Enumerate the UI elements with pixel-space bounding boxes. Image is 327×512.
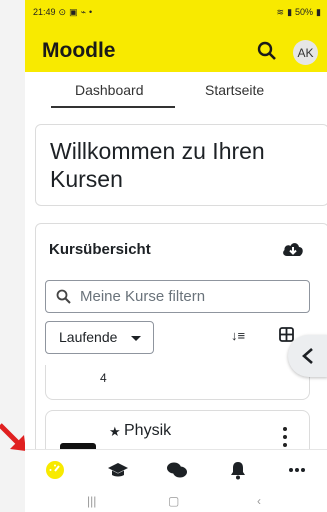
welcome-heading: Willkommen zu Ihren Kursen [50,138,265,192]
graduation-cap-icon [108,463,128,477]
sort-button[interactable]: ↓≡ [231,328,245,343]
battery-icon: ▮ [316,6,321,17]
dot-icon: • [89,7,93,17]
course-overview-title: Kursübersicht [49,241,151,258]
status-bar: 21:49 ⊙ ▣ ⌁ • ≋ ▮ 50% ▮ [33,5,321,19]
course-more-options-button[interactable] [283,427,287,449]
dropdown-selected-value: Laufende [59,329,118,345]
cloud-download-icon [283,243,303,256]
app-title: Moodle [42,39,116,62]
app-screen: 21:49 ⊙ ▣ ⌁ • ≋ ▮ 50% ▮ Moodle AK Dashbo… [25,0,327,512]
user-avatar-button[interactable]: AK [293,40,318,65]
avatar-initials: AK [297,45,314,60]
tab-dashboard[interactable]: Dashboard [75,82,144,98]
nav-more[interactable] [286,459,308,481]
more-icon [289,468,305,472]
course-filter-input[interactable]: Meine Kurse filtern [45,280,310,313]
filter-placeholder: Meine Kurse filtern [80,288,206,305]
battery-percent: 50% [295,7,314,17]
course-partial-text: 4 [100,371,107,385]
system-navigation-bar: ||| ▢ ‹ [25,489,327,512]
back-button[interactable]: ‹ [257,494,261,508]
signal-icon: ▮ [287,6,293,17]
star-icon: ★ [109,424,121,439]
search-icon [257,41,276,60]
recent-apps-button[interactable]: ||| [87,494,96,508]
search-button[interactable] [256,40,278,62]
status-time: 21:49 [33,7,56,17]
tab-bar: Dashboard Startseite [25,72,327,112]
download-button[interactable] [282,240,304,258]
course-name: Physik [124,422,172,439]
alarm-icon: ⊙ [58,6,67,17]
course-status-dropdown[interactable]: Laufende [45,321,154,354]
kebab-dot-icon [283,435,287,439]
course-overview-card: Kursübersicht Meine Kurse filtern Laufen… [35,223,327,492]
nav-courses[interactable] [107,459,129,481]
wifi-icon: ≋ [276,6,285,17]
home-button[interactable]: ▢ [168,494,179,508]
bell-icon [231,462,245,480]
bottom-navigation [25,449,327,490]
sort-icon: ↓≡ [231,328,246,343]
kebab-dot-icon [283,427,287,431]
red-arrow-annotation [0,423,28,453]
chat-icon [167,462,187,478]
nav-dashboard[interactable] [44,459,66,481]
chevron-left-icon [302,348,313,364]
nav-messages[interactable] [166,459,188,481]
open-drawer-button[interactable] [288,335,327,377]
welcome-card: Willkommen zu Ihren Kursen [35,124,327,206]
image-icon: ▣ [69,6,78,17]
caret-down-icon [131,336,141,341]
search-icon [56,289,71,304]
course-card-partial[interactable]: 4 [45,365,310,400]
vpn-icon: ⌁ [80,6,87,17]
dashboard-icon [46,461,64,479]
tab-startseite[interactable]: Startseite [205,82,264,98]
kebab-dot-icon [283,443,287,447]
nav-notifications[interactable] [227,459,249,481]
active-tab-indicator [51,106,175,108]
view-toggle-button[interactable] [279,327,294,342]
grid-icon [279,327,294,342]
app-bar: Moodle AK [25,30,327,72]
